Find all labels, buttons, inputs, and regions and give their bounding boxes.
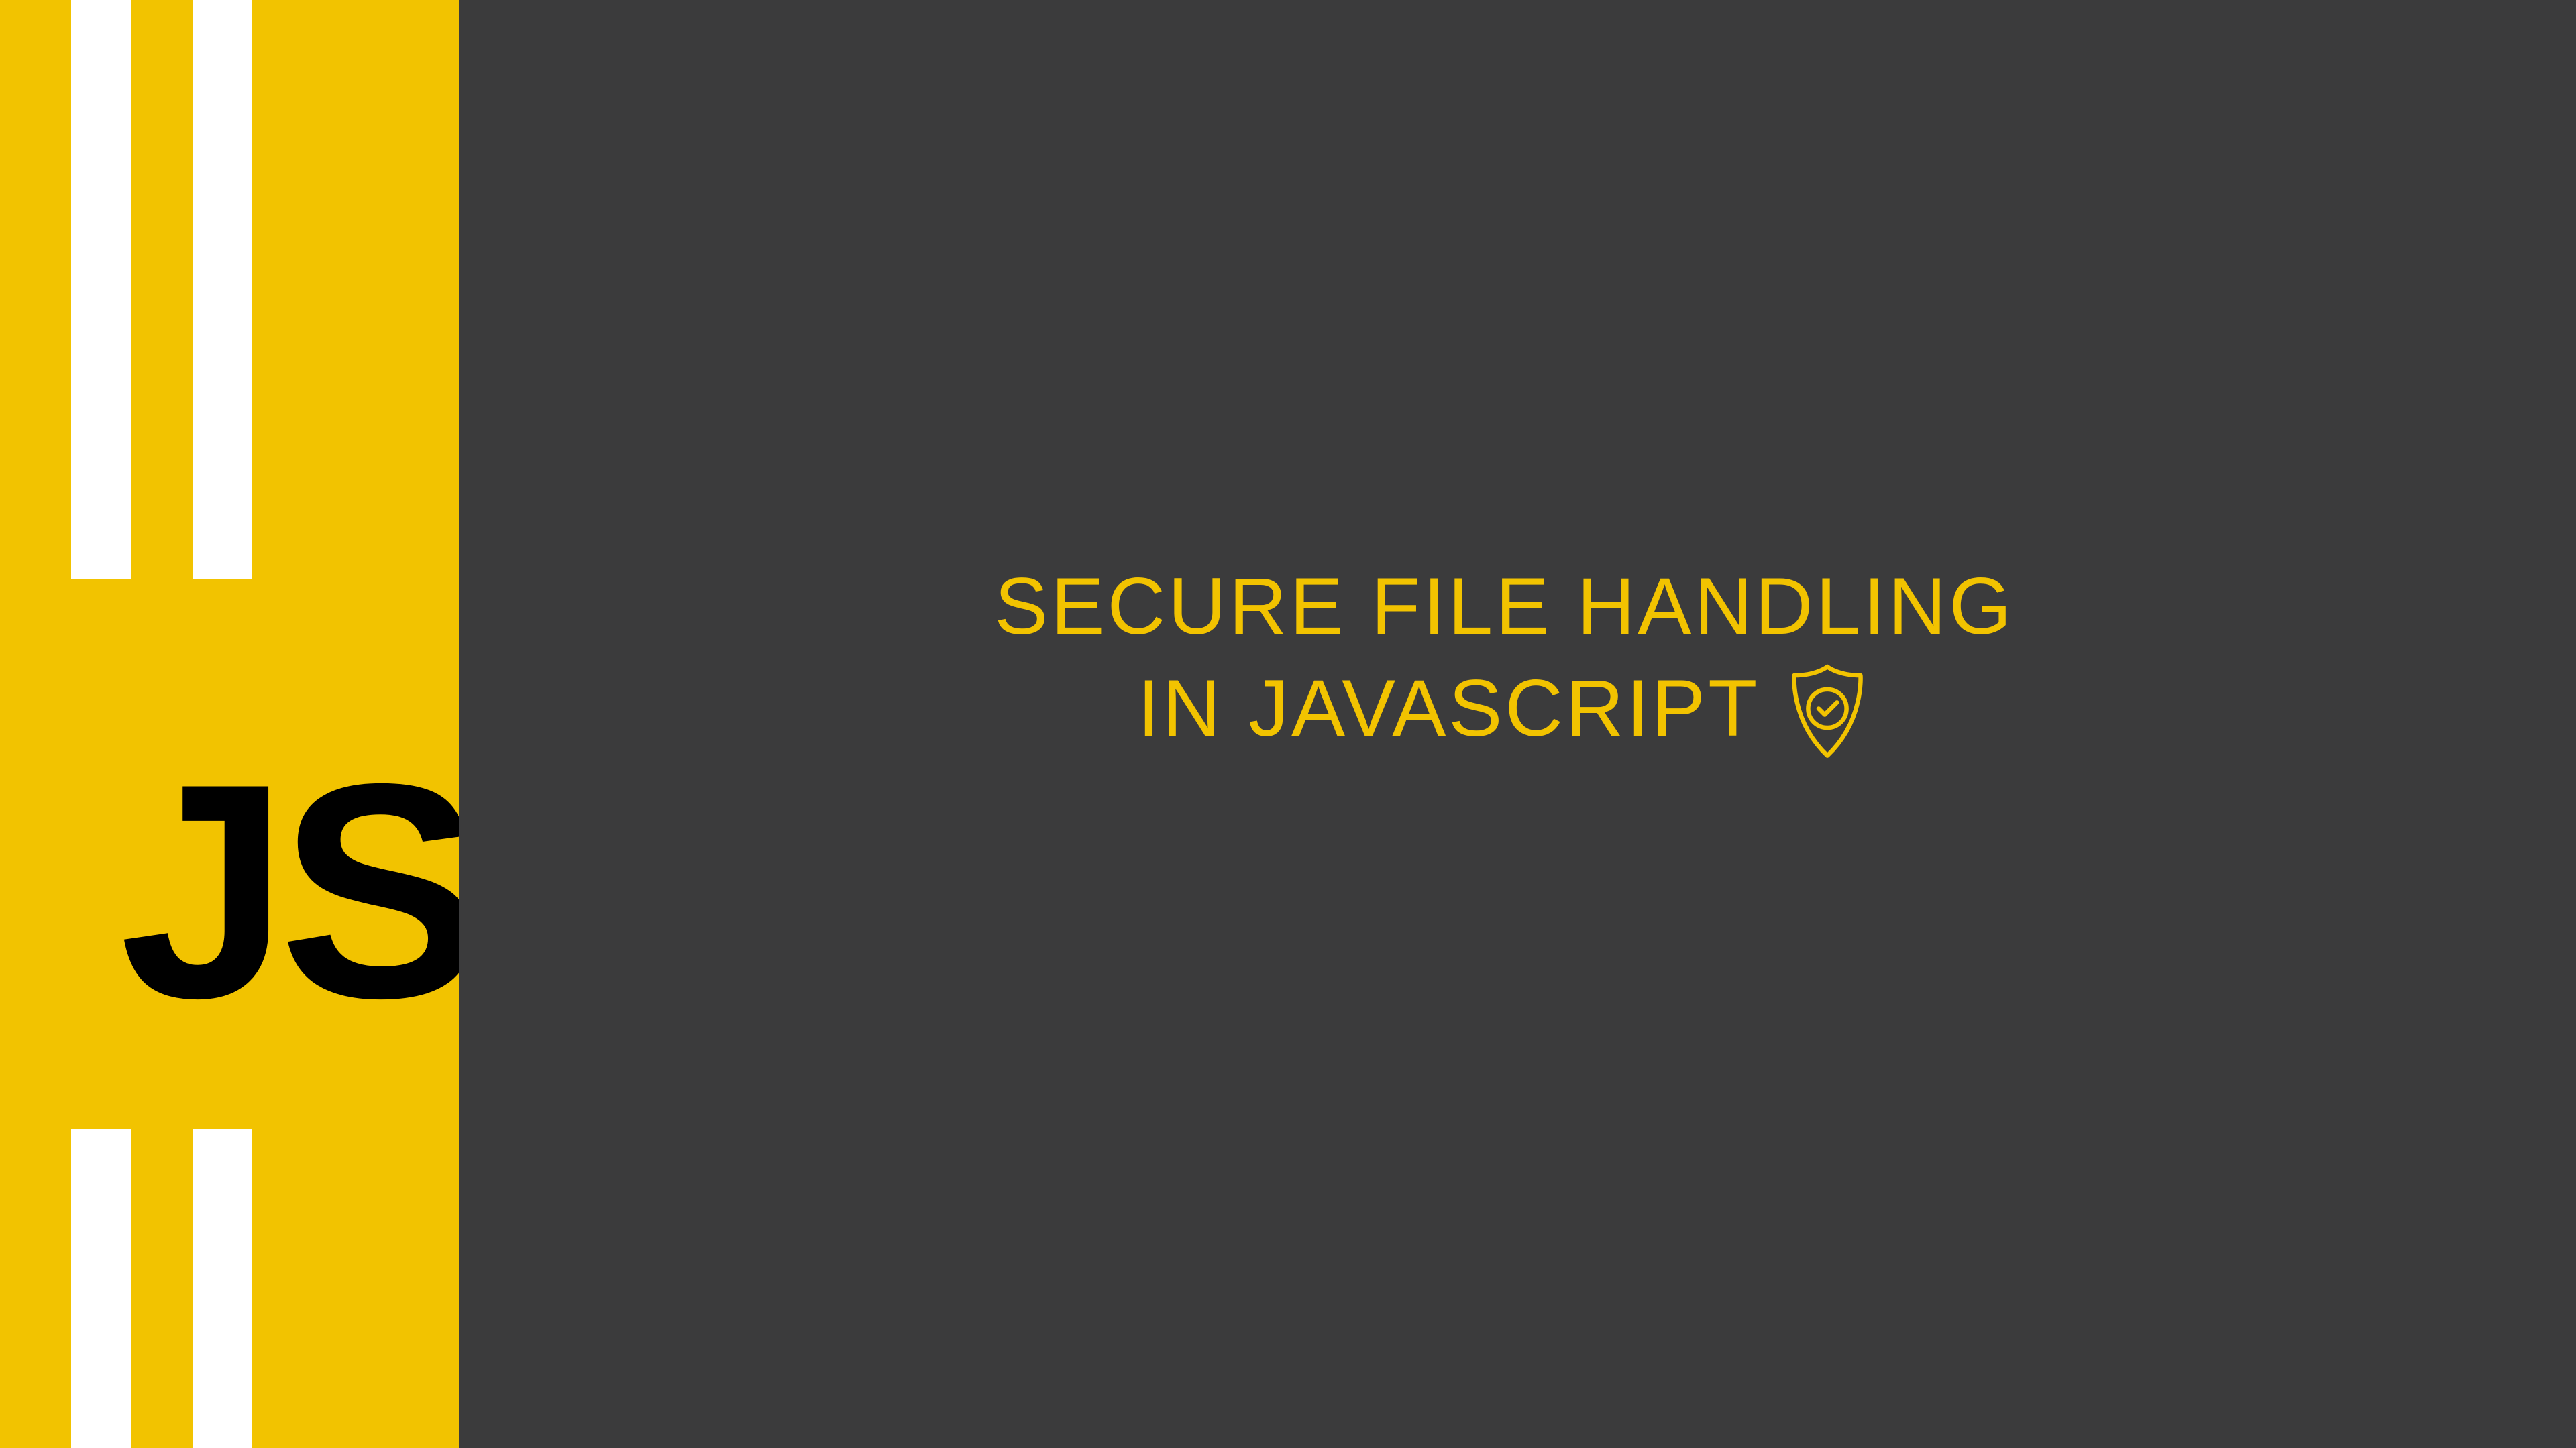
left-sidebar: JS (0, 0, 459, 1448)
stripe-decoration (71, 0, 131, 579)
stripe-decoration (193, 0, 252, 579)
title-text-line-2: IN JAVASCRIPT (1138, 659, 1760, 757)
shield-check-icon (1784, 661, 1871, 762)
title-block: SECURE FILE HANDLING IN JAVASCRIPT (994, 557, 2014, 761)
stripe-decoration (71, 1129, 131, 1448)
main-area: SECURE FILE HANDLING IN JAVASCRIPT (459, 0, 2576, 1448)
stripe-decoration (193, 1129, 252, 1448)
title-line-1: SECURE FILE HANDLING (994, 557, 2014, 655)
title-line-2: IN JAVASCRIPT (1138, 656, 1872, 762)
title-text-line-1: SECURE FILE HANDLING (994, 557, 2014, 655)
js-logo-text: JS (119, 721, 459, 1013)
js-logo: JS (119, 695, 459, 1013)
